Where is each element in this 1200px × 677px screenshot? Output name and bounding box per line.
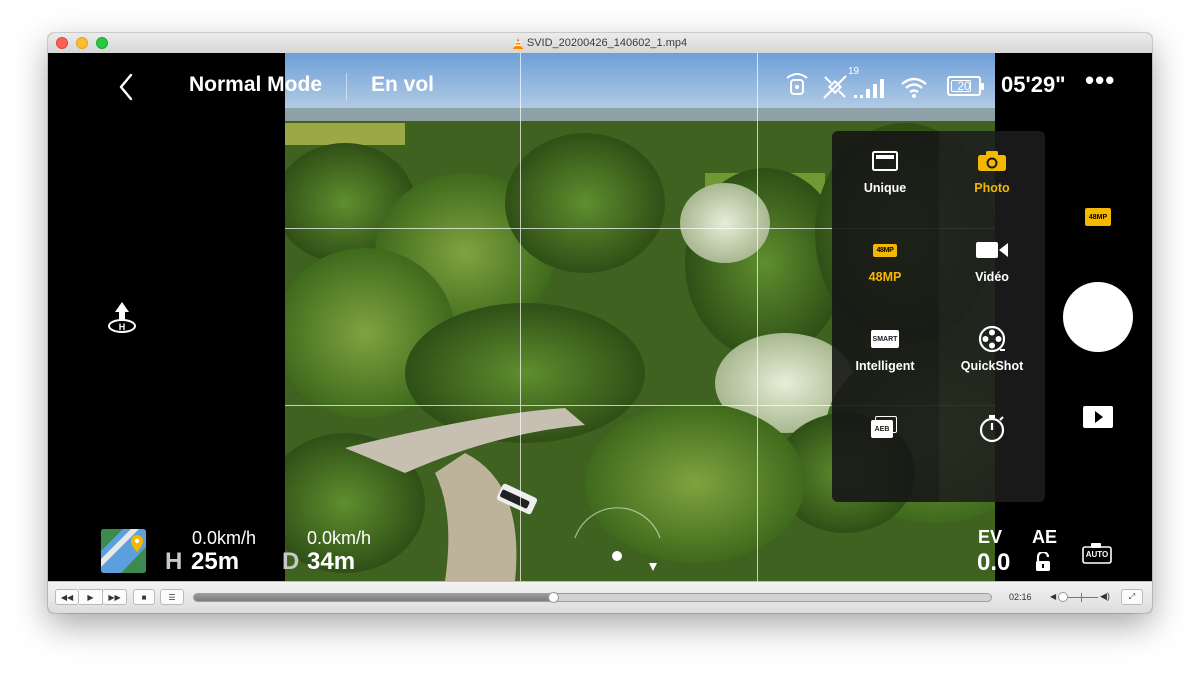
stop-button[interactable]: ■ bbox=[133, 589, 155, 605]
horizontal-speed: 0.0km/h bbox=[192, 528, 257, 548]
menu-item-quickshot[interactable]: QuickShot bbox=[939, 309, 1045, 397]
menu-item-label: Intelligent bbox=[855, 359, 915, 373]
takeoff-icon[interactable]: H bbox=[106, 300, 138, 334]
flight-time-remaining: 05'29" bbox=[1001, 72, 1066, 97]
film-reel-icon bbox=[978, 325, 1006, 353]
menu-item-label: Photo bbox=[974, 181, 1010, 195]
menu-item-aeb[interactable]: AEB bbox=[832, 398, 938, 486]
fast-forward-button[interactable]: ▶▶ bbox=[103, 589, 127, 605]
volume-low-icon: ◀ bbox=[1050, 592, 1057, 601]
menu-item-unique[interactable]: Unique bbox=[832, 131, 938, 219]
camera-icon bbox=[978, 151, 1006, 171]
menu-item-intelligent[interactable]: SMART Intelligent bbox=[832, 309, 938, 397]
volume-slider-knob[interactable] bbox=[1058, 592, 1068, 602]
map-thumbnail[interactable] bbox=[101, 529, 146, 573]
photo-mode-menu: Unique Photo 48MP 48MP Vidéo SMART Intel… bbox=[832, 131, 1045, 502]
battery-level: 20 bbox=[957, 79, 971, 93]
video-frame[interactable]: Normal Mode En vol 19 20 05'29" ••• H 0.… bbox=[48, 53, 1152, 581]
video-camera-icon bbox=[976, 242, 1008, 258]
smart-badge-label: SMART bbox=[872, 335, 898, 343]
elapsed-time: 02:16 bbox=[1009, 592, 1032, 602]
menu-item-photo[interactable]: Photo bbox=[939, 131, 1045, 219]
fullscreen-button[interactable]: ⤢ bbox=[1121, 589, 1143, 605]
window-title-area: SVID_20200426_140602_1.mp4 bbox=[48, 33, 1152, 53]
play-button[interactable]: ▶ bbox=[79, 589, 103, 605]
grid-line-vertical-2 bbox=[757, 53, 758, 581]
ae-label: AE bbox=[1032, 527, 1058, 547]
ev-label: EV bbox=[978, 527, 1003, 547]
seek-bar-knob[interactable] bbox=[547, 592, 559, 603]
map-icon bbox=[101, 529, 146, 573]
vlc-cone-icon bbox=[512, 37, 523, 49]
wifi-icon bbox=[901, 77, 927, 98]
playback-button[interactable] bbox=[1083, 406, 1113, 428]
seek-bar-fill bbox=[194, 594, 553, 601]
svg-text:H: H bbox=[119, 322, 126, 332]
volume-slider-tick bbox=[1081, 593, 1082, 602]
remote-controller-icon[interactable] bbox=[785, 72, 809, 100]
satellite-count: 19 bbox=[848, 66, 860, 77]
auto-mode-button[interactable]: AUTO bbox=[1082, 542, 1112, 564]
menu-item-timer[interactable] bbox=[939, 398, 1045, 486]
48mp-icon: 48MP bbox=[873, 243, 897, 257]
menu-item-video[interactable]: Vidéo bbox=[939, 220, 1045, 308]
height-value: 25m bbox=[191, 548, 240, 575]
single-shot-icon bbox=[872, 151, 898, 171]
ellipsis-icon[interactable]: ••• bbox=[1085, 65, 1115, 96]
resolution-badge-label: 48MP bbox=[1088, 213, 1108, 221]
gps-satellite-icon[interactable] bbox=[822, 74, 848, 100]
distance-label: D bbox=[282, 548, 300, 575]
resolution-badge[interactable]: 48MP bbox=[1085, 208, 1111, 226]
distance-value: 34m bbox=[307, 548, 356, 575]
menu-item-label: 48MP bbox=[868, 270, 902, 284]
grid-line-vertical-1 bbox=[520, 53, 521, 581]
timer-icon bbox=[979, 415, 1005, 443]
shutter-button[interactable] bbox=[1063, 282, 1133, 352]
chevron-left-icon[interactable] bbox=[118, 73, 134, 101]
ev-value[interactable]: 0.0 bbox=[977, 549, 1010, 577]
menu-item-label: QuickShot bbox=[960, 359, 1024, 373]
aeb-icon: AEB bbox=[870, 416, 900, 440]
player-window: SVID_20200426_140602_1.mp4 Normal Mode E… bbox=[48, 33, 1152, 613]
aeb-badge-label: AEB bbox=[874, 425, 890, 433]
vertical-speed: 0.0km/h bbox=[307, 528, 372, 548]
menu-item-label: Unique bbox=[863, 181, 907, 195]
hud-divider bbox=[346, 73, 347, 101]
play-icon bbox=[1095, 411, 1103, 423]
menu-item-label: Vidéo bbox=[975, 270, 1009, 284]
window-title: SVID_20200426_140602_1.mp4 bbox=[526, 37, 688, 49]
flight-status-label: En vol bbox=[371, 73, 435, 96]
ae-lock-icon[interactable] bbox=[1034, 552, 1052, 572]
flight-mode-label[interactable]: Normal Mode bbox=[189, 73, 322, 97]
signal-strength-icon bbox=[854, 79, 884, 98]
height-label: H bbox=[165, 548, 183, 575]
rewind-button[interactable]: ◀◀ bbox=[55, 589, 79, 605]
player-controls: ◀◀ ▶ ▶▶ ■ ☰ 02:16 ◀ ◀) ⤢ bbox=[48, 581, 1152, 613]
battery-indicator[interactable]: 20 bbox=[947, 76, 984, 96]
smart-icon: SMART bbox=[871, 330, 899, 348]
seek-bar[interactable] bbox=[193, 593, 992, 602]
title-bar: SVID_20200426_140602_1.mp4 bbox=[48, 33, 1152, 54]
playlist-button[interactable]: ☰ bbox=[160, 589, 184, 605]
auto-label: AUTO bbox=[1085, 550, 1109, 559]
menu-item-48mp[interactable]: 48MP 48MP bbox=[832, 220, 938, 308]
volume-high-icon: ◀) bbox=[1100, 591, 1110, 601]
